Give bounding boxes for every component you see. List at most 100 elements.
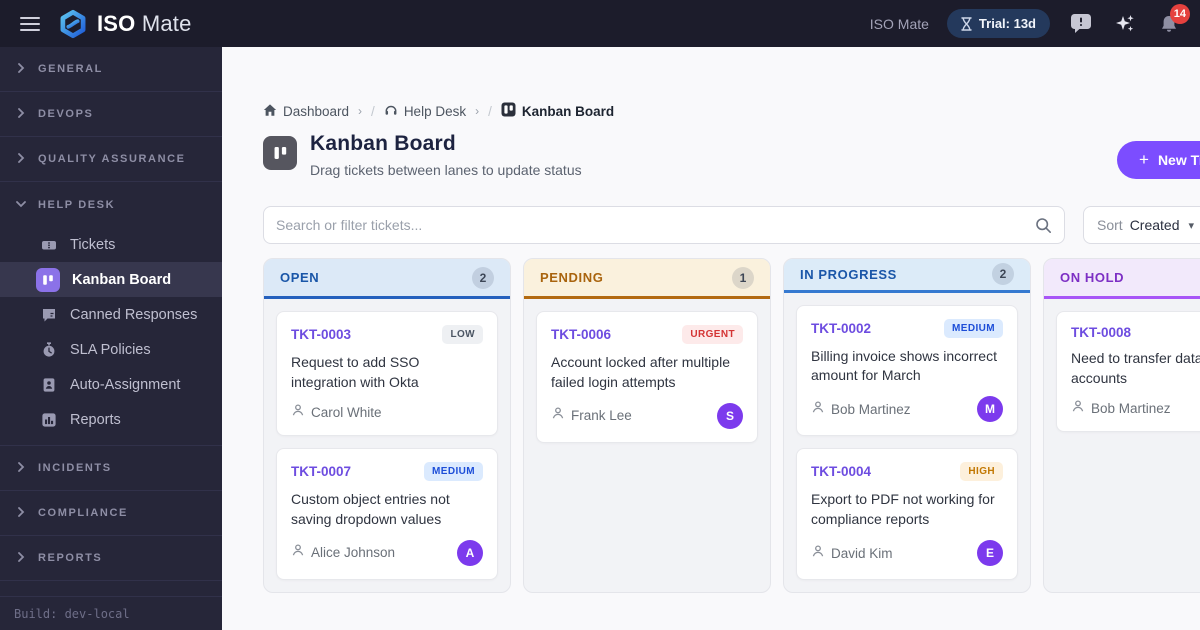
ticket-id[interactable]: TKT-0007 (291, 464, 351, 479)
column-header: PENDING 1 (524, 259, 770, 299)
priority-badge: LOW (442, 325, 483, 344)
priority-badge: MEDIUM (424, 461, 483, 481)
new-ticket-button[interactable]: + New Ticket (1117, 141, 1200, 179)
assignee-avatar[interactable]: M (977, 396, 1003, 423)
sidebar-section-general[interactable]: GENERAL (0, 47, 222, 92)
chevron-right-icon (16, 504, 26, 522)
main-content: Dashboard › / Help Desk › / Kanban Board… (222, 47, 1200, 630)
ticket-id[interactable]: TKT-0008 (1071, 325, 1131, 340)
ticket-card[interactable]: TKT-0006 URGENT Account locked after mul… (536, 311, 758, 443)
sidebar: GENERAL DEVOPS QUALITY ASSURANCE HELP DE… (0, 47, 222, 630)
priority-badge: MEDIUM (944, 318, 1003, 338)
assignee-name: Frank Lee (571, 408, 632, 424)
sidebar-section-quality-assurance[interactable]: QUALITY ASSURANCE (0, 137, 222, 182)
sidebar-item-canned-responses[interactable]: Canned Responses (0, 297, 222, 332)
assignee-avatar[interactable]: A (457, 539, 483, 566)
assignee-avatar[interactable]: E (977, 540, 1003, 566)
kanban-column-in-progress: IN PROGRESS 2 TKT-0002 MEDIUM Billing in… (783, 258, 1031, 593)
ticket-id[interactable]: TKT-0004 (811, 464, 871, 479)
stopwatch-icon (40, 341, 58, 358)
sidebar-item-auto-assignment[interactable]: Auto-Assignment (0, 367, 222, 402)
sidebar-section-compliance[interactable]: COMPLIANCE (0, 491, 222, 536)
kanban-board-icon (263, 136, 297, 170)
chat-bubble-icon (40, 307, 58, 323)
headset-icon (384, 103, 398, 120)
id-badge-icon (40, 377, 58, 393)
plus-icon: + (1139, 150, 1149, 169)
ticket-title: Billing invoice shows incorrect amount f… (811, 347, 997, 384)
column-header: ON HOLD (1044, 259, 1200, 299)
ticket-id[interactable]: TKT-0002 (811, 321, 871, 336)
chevron-right-icon (16, 105, 26, 123)
search-input[interactable] (276, 217, 1035, 233)
breadcrumb-kanban-board[interactable]: Kanban Board (501, 102, 614, 120)
ticket-id[interactable]: TKT-0003 (291, 327, 351, 342)
ticket-card[interactable]: TKT-0002 MEDIUM Billing invoice shows in… (796, 304, 1018, 437)
sidebar-item-kanban-board[interactable]: Kanban Board (0, 262, 222, 297)
kanban-column-open: OPEN 2 TKT-0003 LOW Request to add SSO i… (263, 258, 511, 593)
page-subtitle: Drag tickets between lanes to update sta… (310, 162, 582, 178)
breadcrumb: Dashboard › / Help Desk › / Kanban Board (263, 102, 614, 120)
ticket-title: Export to PDF not working for compliance… (811, 491, 995, 528)
ticket-title: Request to add SSO integration with Okta (291, 354, 420, 390)
sidebar-section-help-desk[interactable]: HELP DESK (0, 182, 222, 227)
column-body: TKT-0003 LOW Request to add SSO integrat… (264, 299, 510, 592)
person-icon (291, 403, 305, 422)
topbar: ISO Mate ISO Mate Trial: 13d 14 (0, 0, 1200, 47)
sidebar-section-reports[interactable]: REPORTS (0, 536, 222, 581)
trial-badge[interactable]: Trial: 13d (946, 9, 1050, 38)
sidebar-item-sla-policies[interactable]: SLA Policies (0, 332, 222, 367)
sort-dropdown[interactable]: Sort Created ▾ (1083, 206, 1200, 244)
help-desk-items: Tickets Kanban Board Canned Responses SL… (0, 227, 222, 446)
sidebar-section-devops[interactable]: DEVOPS (0, 92, 222, 137)
priority-badge: HIGH (960, 462, 1003, 482)
feedback-icon[interactable] (1068, 11, 1094, 37)
person-icon (551, 406, 565, 425)
sidebar-item-tickets[interactable]: Tickets (0, 227, 222, 262)
sidebar-section-object-types[interactable]: OBJECT TYPES (0, 581, 222, 596)
assignee-avatar[interactable]: S (717, 402, 743, 429)
column-count-badge: 1 (732, 266, 754, 289)
slash-separator: / (371, 103, 375, 119)
chevron-right-icon (16, 150, 26, 168)
column-count-badge: 2 (992, 263, 1014, 286)
sort-value: Created (1129, 217, 1180, 233)
person-icon (1071, 399, 1085, 418)
chevron-right-icon (16, 549, 26, 567)
hexagon-logo-icon (58, 9, 88, 39)
menu-icon[interactable] (18, 12, 42, 36)
chevron-right-icon (16, 459, 26, 477)
sidebar-item-reports[interactable]: Reports (0, 402, 222, 437)
ticket-icon (40, 237, 58, 253)
chevron-separator: › (358, 104, 363, 118)
slash-separator: / (488, 103, 492, 119)
brand-logo[interactable]: ISO Mate (58, 9, 192, 39)
kanban-board: OPEN 2 TKT-0003 LOW Request to add SSO i… (263, 258, 1200, 593)
sparkles-icon[interactable] (1112, 11, 1138, 37)
page-header: Kanban Board Drag tickets between lanes … (263, 132, 582, 178)
breadcrumb-help-desk[interactable]: Help Desk (384, 103, 466, 120)
breadcrumb-dashboard[interactable]: Dashboard (263, 103, 349, 120)
search-icon[interactable] (1035, 217, 1052, 234)
priority-badge: URGENT (682, 325, 743, 344)
ticket-card[interactable]: TKT-0003 LOW Request to add SSO integrat… (276, 311, 498, 436)
ticket-card[interactable]: TKT-0008 Need to transfer data between a… (1056, 311, 1200, 432)
sidebar-nav: GENERAL DEVOPS QUALITY ASSURANCE HELP DE… (0, 47, 222, 596)
bell-icon[interactable]: 14 (1156, 3, 1190, 37)
ticket-title: Account locked after multiple failed log… (551, 354, 730, 390)
ticket-card[interactable]: TKT-0004 HIGH Export to PDF not working … (796, 448, 1018, 580)
column-header: OPEN 2 (264, 259, 510, 299)
ticket-id[interactable]: TKT-0006 (551, 327, 611, 342)
build-info: Build: dev-local (0, 596, 222, 630)
notification-count-badge: 14 (1169, 3, 1190, 24)
bar-chart-icon (40, 412, 58, 428)
kanban-board-icon (36, 267, 60, 292)
ticket-card[interactable]: TKT-0007 MEDIUM Custom object entries no… (276, 447, 498, 580)
chevron-right-icon (16, 60, 26, 78)
ticket-title: Custom object entries not saving dropdow… (291, 490, 450, 527)
hourglass-icon (961, 16, 972, 31)
column-header: IN PROGRESS 2 (784, 259, 1030, 293)
sidebar-section-incidents[interactable]: INCIDENTS (0, 446, 222, 491)
kanban-column-on-hold: ON HOLD TKT-0008 Need to transfer data b… (1043, 258, 1200, 593)
ticket-title: Need to transfer data between accounts (1071, 350, 1200, 386)
